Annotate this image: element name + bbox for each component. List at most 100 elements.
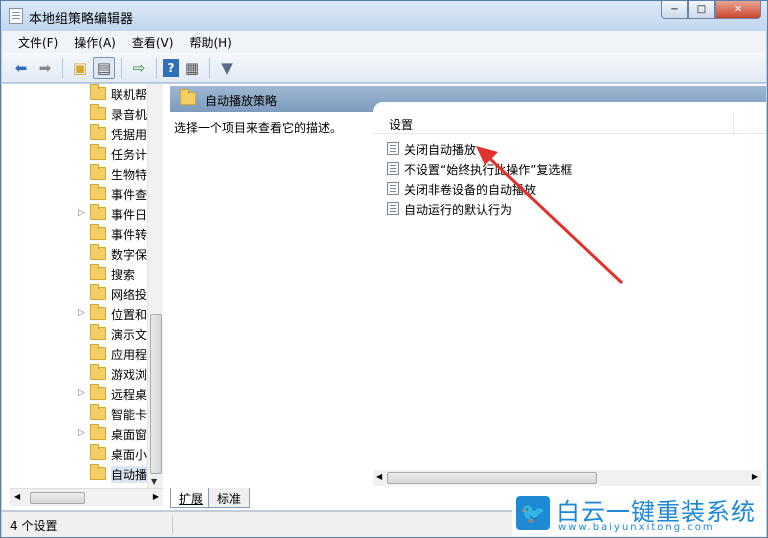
tree-item-label: 搜索 bbox=[111, 268, 136, 282]
tree-item-label: 联机帮 bbox=[111, 88, 148, 102]
tree-item[interactable]: ▷ 事件日 bbox=[10, 204, 150, 224]
description-text: 选择一个项目来查看它的描述。 bbox=[174, 121, 343, 135]
expand-arrow-icon[interactable]: ▷ bbox=[78, 388, 86, 398]
status-text: 4 个设置 bbox=[10, 519, 58, 533]
tree-item-label: 位置和 bbox=[111, 308, 148, 322]
scroll-thumb[interactable] bbox=[150, 314, 162, 474]
folder-icon bbox=[90, 204, 106, 220]
setting-row[interactable]: 关闭非卷设备的自动播放 bbox=[387, 178, 747, 198]
folder-icon bbox=[90, 124, 106, 140]
app-window: 本地组策略编辑器 − □ ✕ 文件(F) 操作(A) 查看(V) 帮助(H) ⬅… bbox=[0, 0, 768, 538]
tree-item[interactable]: 任务计 bbox=[10, 144, 150, 164]
tree-item[interactable]: ▷ 远程桌 bbox=[10, 384, 150, 404]
bird-logo-icon: 🐦 bbox=[516, 496, 550, 530]
tree-horizontal-scrollbar[interactable]: ◀ ▶ bbox=[10, 488, 163, 506]
scroll-down-arrow-icon[interactable]: ▼ bbox=[151, 477, 157, 486]
scroll-left-arrow-icon[interactable]: ◀ bbox=[376, 472, 382, 481]
tree-item[interactable]: 事件查 bbox=[10, 184, 150, 204]
folder-icon bbox=[90, 444, 106, 460]
column-divider[interactable] bbox=[733, 112, 734, 134]
tree-item-label: 桌面窗 bbox=[111, 428, 148, 442]
tree-item-label: 应用程 bbox=[111, 348, 148, 362]
menu-help[interactable]: 帮助(H) bbox=[181, 34, 239, 51]
settings-panel: 设置 关闭自动播放 不设置“始终执行此操作”复选框 关闭非卷设备的自动播放 自动… bbox=[373, 102, 766, 488]
column-header-label: 设置 bbox=[389, 118, 414, 132]
tree-item-label: 游戏浏 bbox=[111, 368, 148, 382]
toolbar-separator bbox=[209, 57, 210, 78]
scroll-right-arrow-icon[interactable]: ▶ bbox=[752, 472, 758, 481]
setting-row[interactable]: 不设置“始终执行此操作”复选框 bbox=[387, 158, 747, 178]
scroll-right-arrow-icon[interactable]: ▶ bbox=[153, 492, 159, 501]
tree-item[interactable]: 事件转 bbox=[10, 224, 150, 244]
tree-item-label: 演示文 bbox=[111, 328, 148, 342]
tree-item[interactable]: 游戏浏 bbox=[10, 364, 150, 384]
expand-arrow-icon[interactable]: ▷ bbox=[78, 428, 86, 438]
navigation-tree: 联机帮录音机凭据用 任务计生物特事件查 ▷ 事件日事件转 数字保搜索网络投 ▷ 位置和演示文… bbox=[10, 84, 163, 488]
menu-view[interactable]: 查看(V) bbox=[124, 34, 182, 51]
watermark: 🐦 白云一键重装系统 www.baiyunxitong.com bbox=[512, 492, 766, 536]
menu-file[interactable]: 文件(F) bbox=[10, 34, 66, 51]
scroll-thumb[interactable] bbox=[387, 472, 597, 484]
tree-item[interactable]: 应用程 bbox=[10, 344, 150, 364]
folder-icon bbox=[90, 184, 106, 200]
tree-item-label: 智能卡 bbox=[111, 408, 148, 422]
back-arrow-icon[interactable]: ⬅ bbox=[10, 57, 32, 79]
tree-item-label: 事件日 bbox=[111, 208, 148, 222]
help-icon[interactable]: ? bbox=[163, 58, 179, 77]
setting-row[interactable]: 关闭自动播放 bbox=[387, 138, 747, 158]
forward-arrow-icon[interactable]: ➡ bbox=[34, 57, 56, 79]
folder-icon bbox=[90, 384, 106, 400]
tab-extended[interactable]: 扩展 bbox=[170, 488, 213, 508]
setting-label: 关闭非卷设备的自动播放 bbox=[404, 183, 537, 197]
tree-vertical-scrollbar[interactable]: ▼ bbox=[147, 84, 163, 488]
setting-row[interactable]: 自动运行的默认行为 bbox=[387, 198, 747, 218]
tree-item[interactable]: 演示文 bbox=[10, 324, 150, 344]
properties-icon[interactable]: ▦ bbox=[181, 57, 203, 79]
tree-item-label: 生物特 bbox=[111, 168, 148, 182]
up-folder-icon[interactable]: ▣ bbox=[69, 57, 91, 79]
tree-item-label: 远程桌 bbox=[111, 388, 148, 402]
setting-label: 关闭自动播放 bbox=[404, 143, 477, 157]
tree-item-label: 录音机 bbox=[111, 108, 148, 122]
column-header[interactable]: 设置 bbox=[373, 112, 766, 134]
toolbar-separator bbox=[62, 57, 63, 78]
toolbar-separator bbox=[121, 57, 122, 78]
tree-item[interactable]: 数字保 bbox=[10, 244, 150, 264]
tab-standard[interactable]: 标准 bbox=[208, 488, 251, 508]
tree-item[interactable]: ▷ 位置和 bbox=[10, 304, 150, 324]
tree-item[interactable]: 搜索 bbox=[10, 264, 150, 284]
expand-arrow-icon[interactable]: ▷ bbox=[78, 208, 86, 218]
tree-item[interactable]: 联机帮 bbox=[10, 84, 150, 104]
folder-icon bbox=[180, 89, 196, 105]
export-list-icon[interactable]: ⇨ bbox=[128, 57, 150, 79]
tree-item[interactable]: 智能卡 bbox=[10, 404, 150, 424]
filter-icon[interactable]: ▼ bbox=[216, 57, 238, 79]
tree-item[interactable]: 桌面小 bbox=[10, 444, 150, 464]
close-button[interactable]: ✕ bbox=[715, 1, 761, 19]
minimize-button[interactable]: − bbox=[661, 1, 688, 19]
folder-icon bbox=[90, 464, 106, 480]
tree-item[interactable]: 录音机 bbox=[10, 104, 150, 124]
tree-item-label: 网络投 bbox=[111, 288, 148, 302]
tree-item[interactable]: 凭据用 bbox=[10, 124, 150, 144]
policy-setting-icon bbox=[387, 202, 399, 215]
menu-action[interactable]: 操作(A) bbox=[66, 34, 124, 51]
tree-item[interactable]: 网络投 bbox=[10, 284, 150, 304]
settings-horizontal-scrollbar[interactable]: ◀ ▶ bbox=[373, 470, 761, 486]
show-hide-tree-icon[interactable]: ▤ bbox=[93, 56, 115, 79]
folder-icon bbox=[90, 344, 106, 360]
tree-item[interactable]: ▷ 桌面窗 bbox=[10, 424, 150, 444]
scroll-left-arrow-icon[interactable]: ◀ bbox=[14, 492, 20, 501]
expand-arrow-icon[interactable]: ▷ bbox=[78, 308, 86, 318]
tree-item[interactable]: 生物特 bbox=[10, 164, 150, 184]
scroll-thumb[interactable] bbox=[30, 492, 85, 504]
folder-icon bbox=[90, 404, 106, 420]
policy-setting-icon bbox=[387, 162, 399, 175]
view-tabs: 扩展 标准 bbox=[170, 488, 251, 510]
setting-label: 自动运行的默认行为 bbox=[404, 203, 513, 217]
tree-item[interactable]: 自动播 bbox=[10, 464, 150, 484]
maximize-button[interactable]: □ bbox=[688, 1, 715, 19]
setting-label: 不设置“始终执行此操作”复选框 bbox=[404, 163, 573, 177]
folder-icon bbox=[90, 284, 106, 300]
status-divider bbox=[172, 516, 173, 534]
